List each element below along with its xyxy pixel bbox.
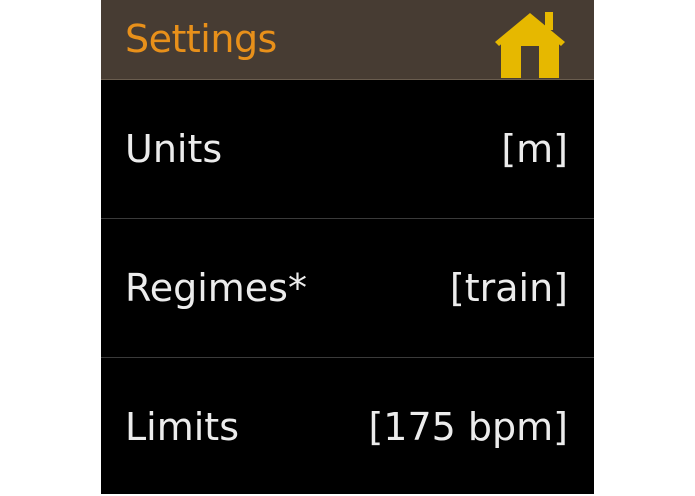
setting-value: [175 bpm]	[368, 405, 568, 449]
setting-label: Units	[125, 127, 223, 171]
setting-row-limits[interactable]: Limits [175 bpm]	[101, 358, 594, 496]
setting-value: [m]	[501, 127, 568, 171]
home-icon	[491, 8, 571, 80]
device-screen: Settings Units [m] Regimes* [train] Limi…	[101, 0, 594, 494]
setting-value: [train]	[449, 266, 568, 310]
setting-label: Regimes*	[125, 266, 307, 310]
setting-row-units[interactable]: Units [m]	[101, 80, 594, 218]
setting-row-regimes[interactable]: Regimes* [train]	[101, 219, 594, 357]
home-button[interactable]	[491, 8, 571, 80]
page-title: Settings	[125, 17, 277, 61]
setting-label: Limits	[125, 405, 239, 449]
header-bar: Settings	[101, 0, 594, 80]
